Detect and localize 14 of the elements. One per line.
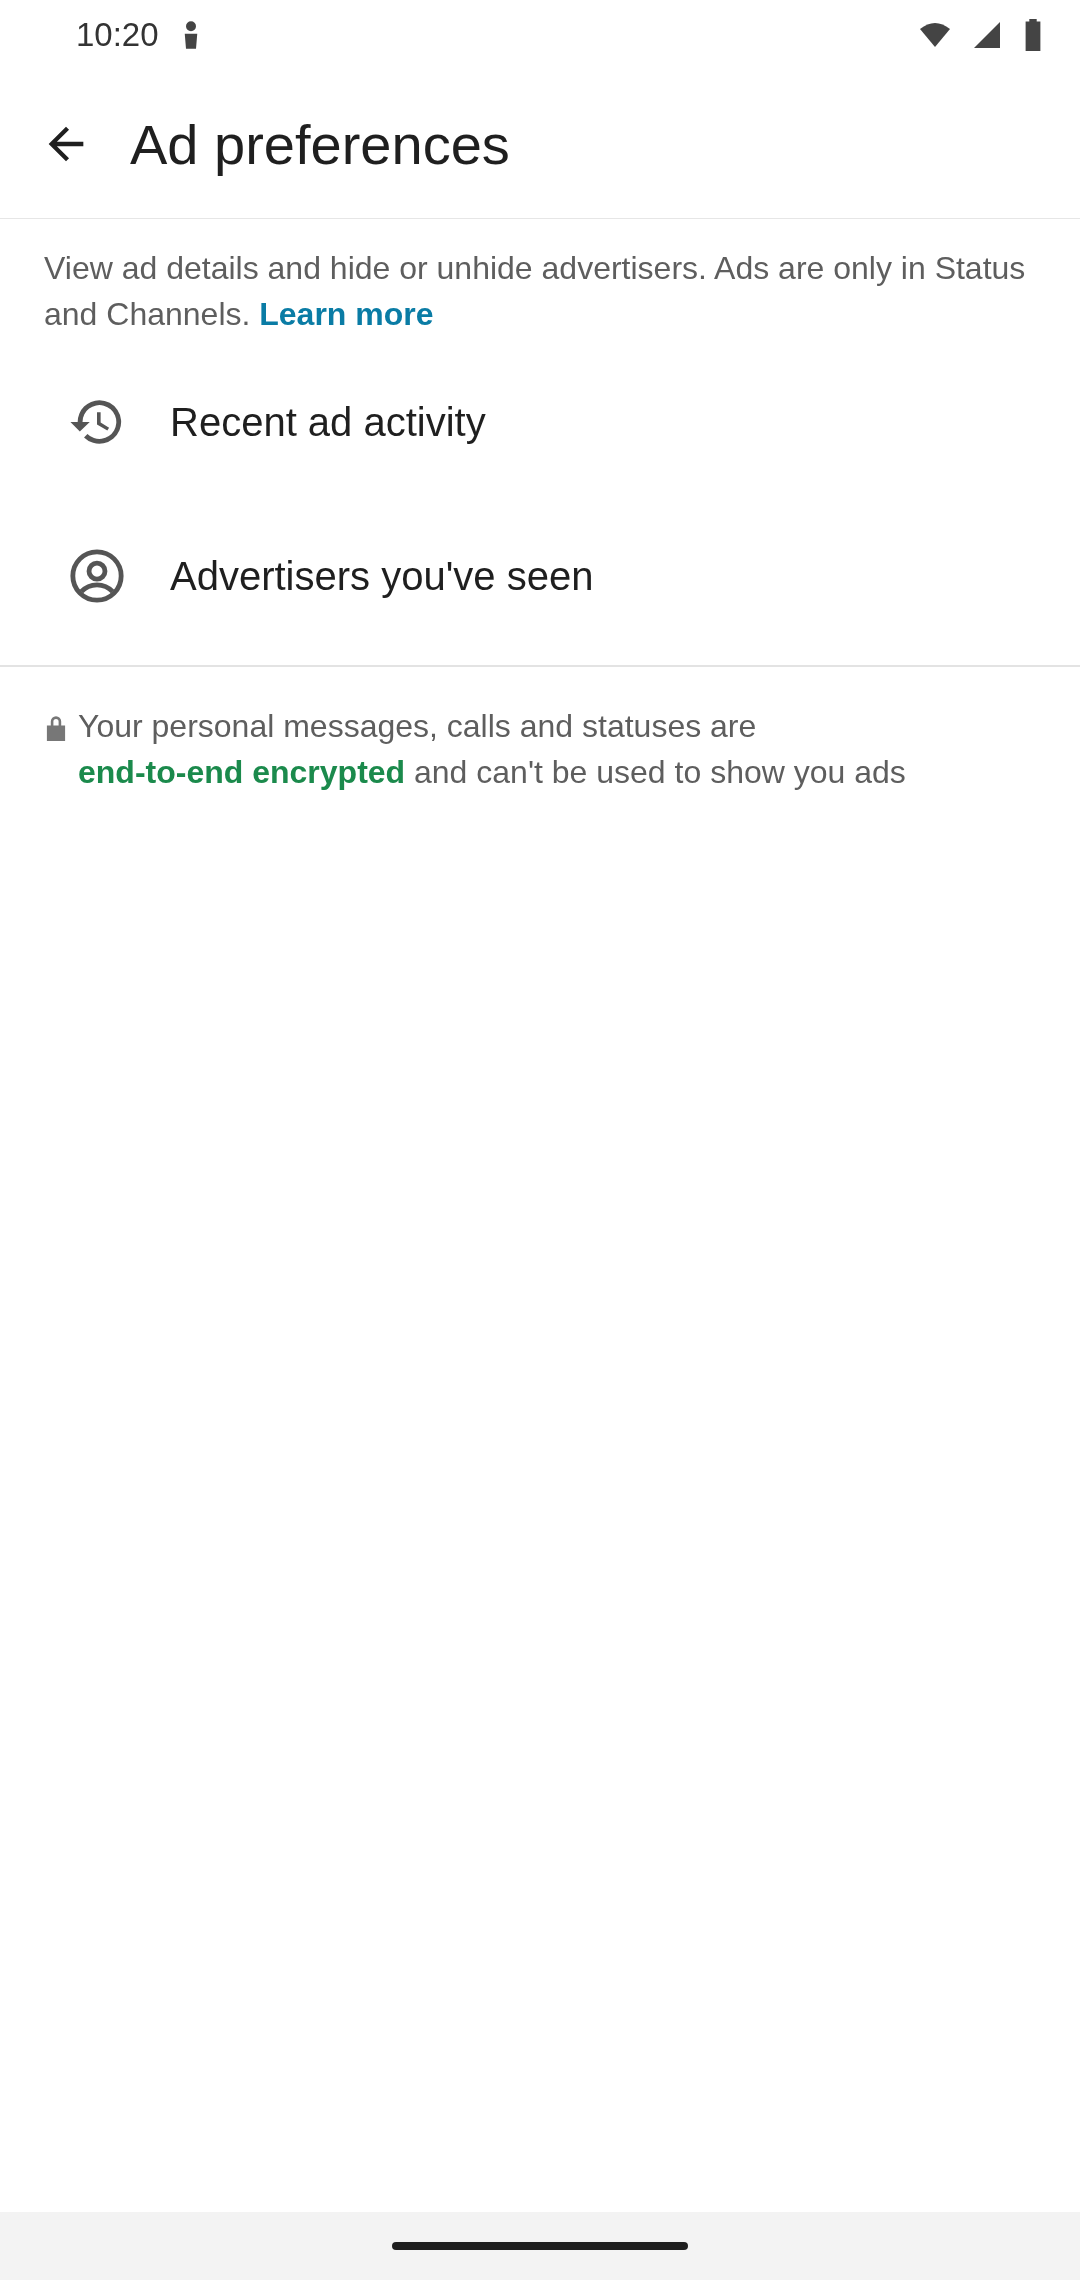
description-text: View ad details and hide or unhide advertisers. Ads are only in Status and Channels. Learn more — [44, 249, 1027, 334]
wifi-icon — [920, 22, 950, 48]
menu-item[interactable]: Recent ad activity — [0, 345, 1080, 499]
signal-icon — [972, 22, 1002, 48]
end-to-end-encrypted-link[interactable]: end-to-end encrypted — [78, 754, 406, 790]
lock-icon — [44, 715, 68, 741]
status-time: 10:20 — [76, 16, 159, 54]
screen-title: Ad preferences — [130, 111, 510, 177]
gesture-handle[interactable] — [392, 2242, 688, 2250]
learn-more-link[interactable]: Learn more — [259, 296, 434, 332]
battery-icon — [1024, 19, 1042, 51]
encryption-note: Your personal messages, calls and statuses are end-to-end encrypted and can't be used to show you ads — [78, 707, 907, 792]
menu-item[interactable]: Advertisers you've seen — [0, 499, 1080, 653]
account-circle-icon — [68, 547, 126, 605]
